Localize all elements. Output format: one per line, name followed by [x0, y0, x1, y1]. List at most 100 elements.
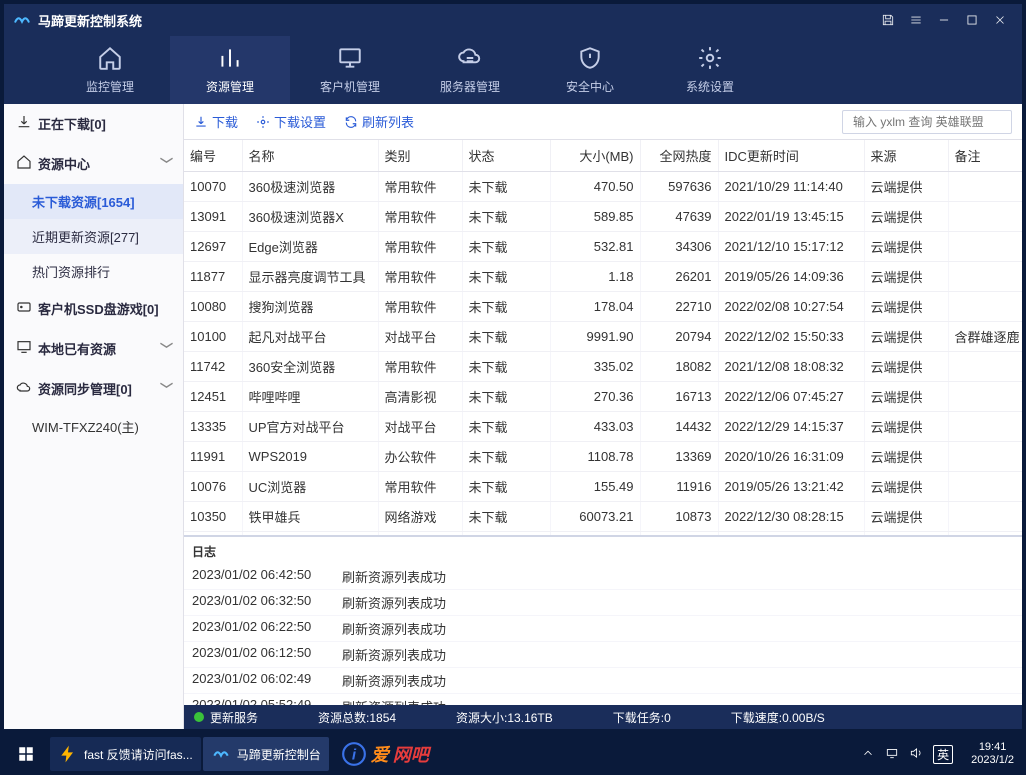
sidebar-resource-center[interactable]: 资源中心 ﹀ — [4, 144, 183, 184]
gear-icon — [697, 45, 723, 74]
log-row: 2023/01/02 06:12:50刷新资源列表成功 — [184, 642, 1022, 668]
brand-logo: i 爱 网吧 — [341, 741, 429, 767]
nav-label: 服务器管理 — [440, 78, 500, 95]
status-speed: 下载速度:0.00B/S — [731, 709, 825, 726]
col-name[interactable]: 名称 — [242, 140, 378, 172]
col-status[interactable]: 状态 — [462, 140, 550, 172]
table-row[interactable]: 10100起凡对战平台对战平台未下载9991.90207942022/12/02… — [184, 322, 1022, 352]
table-row[interactable]: 13091360极速浏览器X常用软件未下载589.85476392022/01/… — [184, 202, 1022, 232]
nav-security[interactable]: 安全中心 — [530, 36, 650, 104]
app-logo-icon — [12, 10, 32, 30]
status-tasks: 下载任务:0 — [613, 709, 671, 726]
col-heat[interactable]: 全网热度 — [640, 140, 718, 172]
nav-server[interactable]: 服务器管理 — [410, 36, 530, 104]
sidebar-downloading[interactable]: 正在下载[0] — [4, 104, 183, 144]
local-icon — [16, 339, 32, 358]
search-input[interactable] — [853, 115, 1008, 129]
nav-resource[interactable]: 资源管理 — [170, 36, 290, 104]
nav-label: 安全中心 — [566, 78, 614, 95]
sidebar-hot-ranking[interactable]: 热门资源排行 — [4, 254, 183, 289]
table-row[interactable]: 10080搜狗浏览器常用软件未下载178.04227102022/02/08 1… — [184, 292, 1022, 322]
nav-monitor[interactable]: 监控管理 — [50, 36, 170, 104]
sidebar-label: 资源同步管理[0] — [38, 379, 132, 398]
sidebar-sync-mgmt[interactable]: 资源同步管理[0] ﹀ — [4, 369, 183, 409]
sidebar-local-has[interactable]: 本地已有资源 ﹀ — [4, 329, 183, 369]
search-box[interactable] — [842, 110, 1012, 134]
tray-ime[interactable]: 英 — [933, 745, 953, 764]
maximize-icon[interactable] — [958, 6, 986, 34]
shield-icon — [577, 45, 603, 74]
log-panel: 日志 2023/01/02 06:42:50刷新资源列表成功2023/01/02… — [184, 535, 1022, 705]
status-dot-icon — [194, 712, 204, 722]
sidebar-label: 资源中心 — [38, 154, 90, 173]
table-row[interactable]: 10076UC浏览器常用软件未下载155.49119162019/05/26 1… — [184, 472, 1022, 502]
os-taskbar: fast 反馈请访问fas... 马蹄更新控制台 i 爱 网吧 英 19:41 … — [0, 733, 1026, 775]
minimize-icon[interactable] — [930, 6, 958, 34]
table-row[interactable]: 12451哔哩哔哩高清影视未下载270.36167132022/12/06 07… — [184, 382, 1022, 412]
app-window: 马蹄更新控制系统 监控管理 资源管理 客户机管理 服务器管理 安全中心 — [4, 4, 1022, 729]
download-button[interactable]: 下载 — [194, 112, 238, 131]
nav-client[interactable]: 客户机管理 — [290, 36, 410, 104]
sidebar-label: 正在下载[0] — [38, 114, 106, 133]
cloud-icon — [16, 379, 32, 398]
table-row[interactable]: 11742360安全浏览器常用软件未下载335.02180822021/12/0… — [184, 352, 1022, 382]
disk-icon — [16, 299, 32, 318]
tray-chevron-icon[interactable] — [861, 746, 875, 763]
col-remark[interactable]: 备注 — [948, 140, 1022, 172]
sidebar-recent-updates[interactable]: 近期更新资源[277] — [4, 219, 183, 254]
app-title: 马蹄更新控制系统 — [38, 11, 142, 30]
table-row[interactable]: 11877显示器亮度调节工具常用软件未下载1.18262012019/05/26… — [184, 262, 1022, 292]
nav-label: 资源管理 — [206, 78, 254, 95]
nav-settings[interactable]: 系统设置 — [650, 36, 770, 104]
table-row[interactable]: 10350铁甲雄兵网络游戏未下载60073.21108732022/12/30 … — [184, 502, 1022, 532]
tray-volume-icon[interactable] — [909, 746, 923, 763]
main-navbar: 监控管理 资源管理 客户机管理 服务器管理 安全中心 系统设置 — [4, 36, 1022, 104]
sidebar-client-ssd[interactable]: 客户机SSD盘游戏[0] — [4, 289, 183, 329]
chevron-down-icon: ﹀ — [160, 379, 173, 398]
log-row: 2023/01/02 06:02:49刷新资源列表成功 — [184, 668, 1022, 694]
table-row[interactable]: 13335UP官方对战平台对战平台未下载433.03144322022/12/2… — [184, 412, 1022, 442]
taskbar-item-matihorse[interactable]: 马蹄更新控制台 — [203, 737, 329, 771]
log-row: 2023/01/02 06:22:50刷新资源列表成功 — [184, 616, 1022, 642]
bolt-icon — [58, 744, 78, 764]
col-cat[interactable]: 类别 — [378, 140, 462, 172]
monitor-icon — [337, 45, 363, 74]
status-size: 资源大小:13.16TB — [456, 709, 553, 726]
info-icon: i — [341, 741, 367, 767]
taskbar-item-fast[interactable]: fast 反馈请访问fas... — [50, 737, 201, 771]
svg-text:i: i — [352, 746, 357, 763]
close-icon[interactable] — [986, 6, 1014, 34]
sidebar: 正在下载[0] 资源中心 ﹀ 未下载资源[1654] 近期更新资源[277] 热… — [4, 104, 184, 729]
log-row: 2023/01/02 06:32:50刷新资源列表成功 — [184, 590, 1022, 616]
bars-icon — [217, 45, 243, 74]
nav-label: 系统设置 — [686, 78, 734, 95]
start-button[interactable] — [4, 733, 48, 775]
taskbar-clock[interactable]: 19:41 2023/1/2 — [963, 741, 1022, 767]
log-title: 日志 — [184, 537, 1022, 564]
sidebar-server-node[interactable]: WIM-TFXZ240(主) — [4, 409, 183, 444]
app-logo-icon — [211, 744, 231, 764]
sidebar-not-downloaded[interactable]: 未下载资源[1654] — [4, 184, 183, 219]
main-content: 下载 下载设置 刷新列表 — [184, 104, 1022, 729]
col-id[interactable]: 编号 — [184, 140, 242, 172]
resource-table: 编号 名称 类别 状态 大小(MB) 全网热度 IDC更新时间 来源 备注 — [184, 140, 1022, 535]
cloud-server-icon — [457, 45, 483, 74]
col-src[interactable]: 来源 — [864, 140, 948, 172]
log-row: 2023/01/02 05:52:49刷新资源列表成功 — [184, 694, 1022, 705]
col-size[interactable]: 大小(MB) — [550, 140, 640, 172]
nav-label: 监控管理 — [86, 78, 134, 95]
home-icon — [97, 45, 123, 74]
menu-icon[interactable] — [902, 6, 930, 34]
download-settings-button[interactable]: 下载设置 — [256, 112, 326, 131]
tray-network-icon[interactable] — [885, 746, 899, 763]
table-row[interactable]: 10070360极速浏览器常用软件未下载470.505976362021/10/… — [184, 172, 1022, 202]
table-row[interactable]: 12697Edge浏览器常用软件未下载532.81343062021/12/10… — [184, 232, 1022, 262]
save-icon[interactable] — [874, 6, 902, 34]
home-icon — [16, 154, 32, 173]
status-service: 更新服务 — [194, 709, 258, 726]
table-row[interactable]: 11991WPS2019办公软件未下载1108.78133692020/10/2… — [184, 442, 1022, 472]
col-time[interactable]: IDC更新时间 — [718, 140, 864, 172]
toolbar: 下载 下载设置 刷新列表 — [184, 104, 1022, 140]
refresh-list-button[interactable]: 刷新列表 — [344, 112, 414, 131]
table-header-row: 编号 名称 类别 状态 大小(MB) 全网热度 IDC更新时间 来源 备注 — [184, 140, 1022, 172]
